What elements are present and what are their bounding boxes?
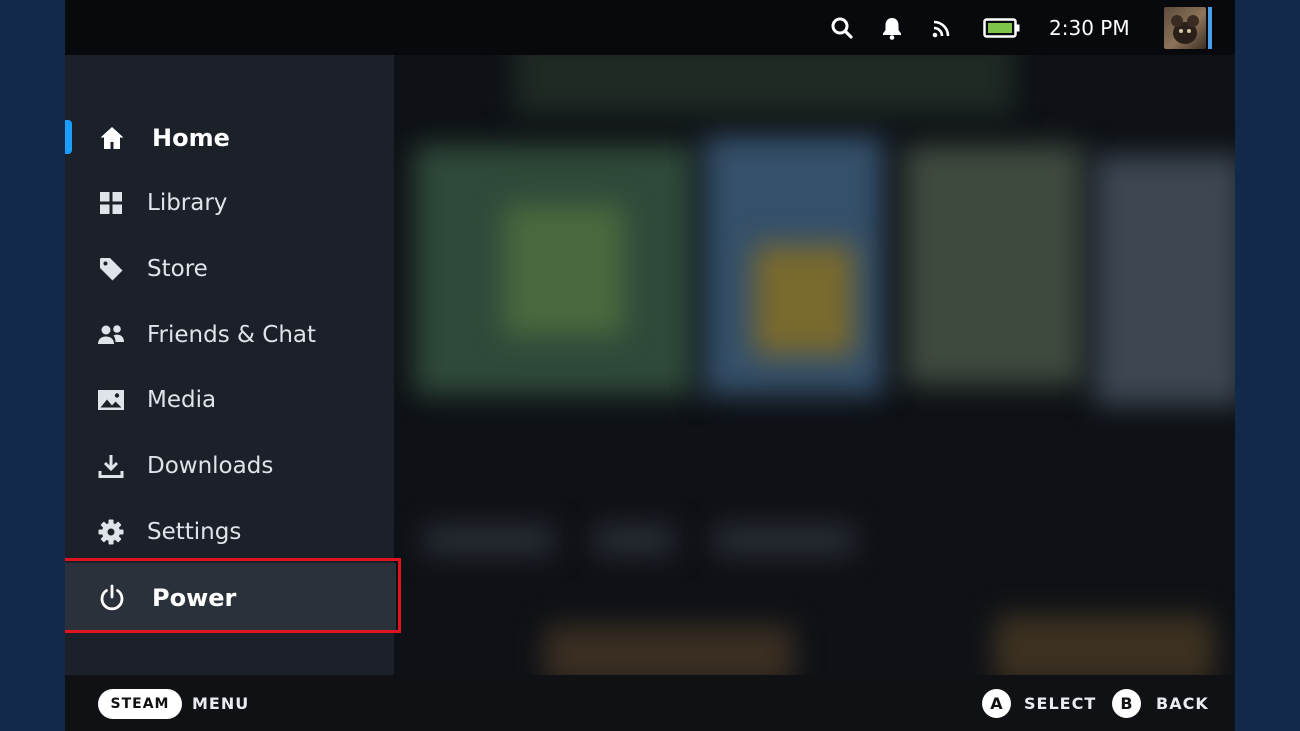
sidebar-item-label: Library xyxy=(147,190,228,216)
sidebar-item-power[interactable]: Power xyxy=(65,563,396,633)
power-icon xyxy=(98,584,126,612)
gear-icon xyxy=(97,518,125,546)
clock: 2:30 PM xyxy=(1049,15,1130,40)
blurred-home-content xyxy=(394,55,1235,675)
avatar[interactable] xyxy=(1164,7,1206,49)
top-status-bar: 2:30 PM xyxy=(65,0,1235,55)
right-bezel xyxy=(1235,0,1300,731)
select-hint-label: SELECT xyxy=(1024,693,1097,713)
sidebar-item-label: Store xyxy=(147,256,208,282)
people-icon xyxy=(97,321,125,349)
battery-icon[interactable] xyxy=(981,0,1023,55)
avatar-status-indicator xyxy=(1208,7,1212,49)
main-menu-sidebar: Home Library Store Friends & Chat Media xyxy=(65,55,401,675)
sidebar-item-label: Settings xyxy=(147,519,242,545)
home-icon xyxy=(98,124,126,152)
grid-icon xyxy=(97,189,125,217)
sidebar-item-store[interactable]: Store xyxy=(65,241,394,297)
menu-hint-label: MENU xyxy=(192,693,250,713)
bell-icon[interactable] xyxy=(878,0,906,55)
sidebar-item-label: Downloads xyxy=(147,453,274,479)
bottom-hint-bar: STEAM MENU A SELECT B BACK xyxy=(65,675,1235,731)
sidebar-item-media[interactable]: Media xyxy=(65,372,394,428)
sidebar-item-home[interactable]: Home xyxy=(65,110,394,166)
wifi-icon[interactable] xyxy=(928,0,956,55)
sidebar-item-label: Home xyxy=(152,124,230,152)
tag-icon xyxy=(97,255,125,283)
a-button-glyph[interactable]: A xyxy=(982,689,1011,718)
b-button-glyph[interactable]: B xyxy=(1112,689,1141,718)
steam-button[interactable]: STEAM xyxy=(98,689,182,719)
battery-level xyxy=(988,22,1012,33)
search-icon[interactable] xyxy=(828,0,856,55)
image-icon xyxy=(97,386,125,414)
left-bezel xyxy=(0,0,65,731)
sidebar-item-label: Power xyxy=(152,584,237,612)
sidebar-item-library[interactable]: Library xyxy=(65,175,394,231)
back-hint-label: BACK xyxy=(1156,693,1209,713)
download-icon xyxy=(97,452,125,480)
sidebar-item-label: Media xyxy=(147,387,217,413)
sidebar-item-settings[interactable]: Settings xyxy=(65,504,394,560)
steam-deck-screen: 2:30 PM Home Library Store Friends & Cha… xyxy=(65,0,1235,731)
sidebar-item-friends-chat[interactable]: Friends & Chat xyxy=(65,307,394,363)
sidebar-item-downloads[interactable]: Downloads xyxy=(65,438,394,494)
sidebar-item-label: Friends & Chat xyxy=(147,322,317,348)
